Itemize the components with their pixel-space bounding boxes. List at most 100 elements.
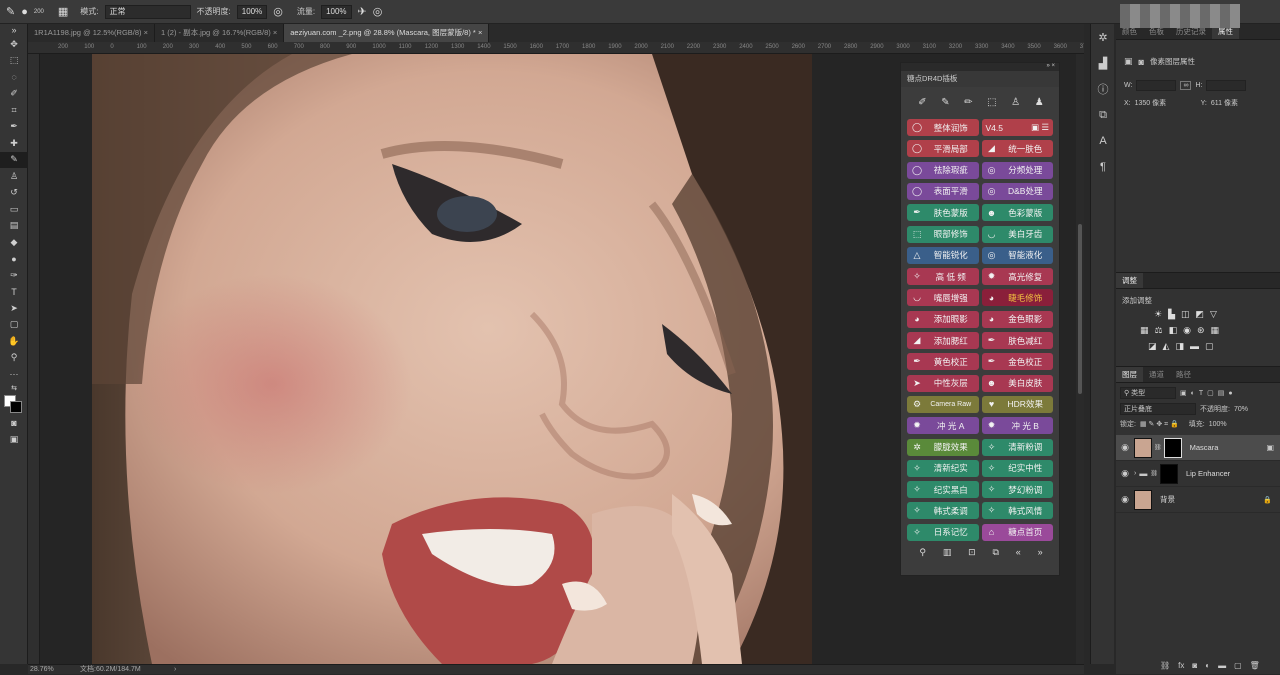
brush-panel-icon[interactable]: ▦ — [58, 5, 68, 18]
threshold-icon[interactable]: ◨ — [1175, 341, 1184, 352]
gradient-tool-icon[interactable]: ▤ — [0, 218, 28, 235]
plugin-button[interactable]: ◎ 智能液化 — [981, 246, 1053, 264]
next-page-icon[interactable]: » — [1038, 547, 1043, 561]
expand-icon[interactable]: › — [1134, 470, 1136, 477]
marquee-tool-icon[interactable]: ⬚ — [0, 53, 28, 70]
lookup-icon[interactable]: ▦ — [1211, 325, 1220, 336]
link-layers-icon[interactable]: ⛓ — [1160, 661, 1170, 670]
plugin-button[interactable]: ◯ 平滑局部 — [907, 140, 979, 158]
plugin-button[interactable]: ◢ 统一肤色 — [981, 140, 1053, 158]
hand-tool-icon[interactable]: ✋ — [0, 333, 28, 350]
plugin-stamp2-icon[interactable]: ♟ — [1035, 97, 1044, 111]
filter-pixel-icon[interactable]: ▣ — [1180, 389, 1187, 397]
plugin-pen-icon[interactable]: ✏ — [964, 97, 972, 111]
w-field[interactable] — [1136, 80, 1177, 91]
brightness-icon[interactable]: ☀ — [1154, 309, 1162, 320]
plugin-button[interactable]: ✧ 纪实黑白 — [907, 481, 979, 499]
plugin-button[interactable]: ⚙ Camera Raw — [907, 395, 979, 413]
filter-smart-icon[interactable]: ▤ — [1218, 389, 1225, 397]
healing-tool-icon[interactable]: ✚ — [0, 135, 28, 152]
clone-source-icon[interactable]: ⧉ — [1091, 102, 1115, 128]
path-select-tool-icon[interactable]: ➤ — [0, 300, 28, 317]
eye-icon[interactable]: ◉ — [1116, 468, 1134, 479]
brush-preset-icon[interactable]: ● — [21, 6, 28, 18]
move-tool-icon[interactable]: ✥ — [0, 36, 28, 53]
plugin-button[interactable]: ⌂ 糖点首页 — [981, 523, 1053, 541]
dodge-tool-icon[interactable]: ● — [0, 251, 28, 268]
swap-colors-icon[interactable]: ⇆ — [0, 383, 28, 393]
character-icon[interactable]: A — [1091, 128, 1115, 154]
link-icon[interactable]: ∞ — [1180, 81, 1192, 90]
plugin-button[interactable]: ♥ HDR效果 — [981, 395, 1053, 413]
shape-tool-icon[interactable]: ▢ — [0, 317, 28, 334]
mask-icon[interactable]: ◙ — [1139, 57, 1144, 67]
plugin-brush-icon[interactable]: ✐ — [918, 97, 926, 111]
mode-select[interactable]: 正常 — [104, 4, 191, 19]
tab-paths[interactable]: 路径 — [1170, 367, 1197, 382]
background-color[interactable] — [10, 400, 22, 413]
navigator-icon[interactable]: ✲ — [1091, 24, 1115, 50]
stamp-tool-icon[interactable]: ♙ — [0, 168, 28, 185]
hue-icon[interactable]: ▦ — [1140, 325, 1149, 336]
paragraph-icon[interactable]: ¶ — [1091, 154, 1115, 180]
histogram-icon[interactable]: ▟ — [1091, 50, 1115, 76]
plugin-button[interactable]: ◕ 睫毛修饰 — [981, 289, 1053, 307]
plugin-button[interactable]: ◯ 祛除瑕疵 — [907, 161, 979, 179]
lasso-tool-icon[interactable]: ◌ — [0, 69, 28, 86]
new-layer-icon[interactable]: ▢ — [1234, 661, 1242, 670]
film-icon[interactable]: ▥ — [943, 547, 952, 561]
plugin-button[interactable]: ✒ 肤色蒙版 — [907, 204, 979, 222]
plugin-button[interactable]: ✧ 高 低 频 — [907, 268, 979, 286]
plugin-button[interactable]: ◎ D&B处理 — [981, 182, 1053, 200]
filter-shape-icon[interactable]: ▢ — [1207, 389, 1214, 397]
plugin-button[interactable]: ◯ 表面平滑 — [907, 182, 979, 200]
plugin-stamp-icon[interactable]: ♙ — [1011, 97, 1020, 111]
eye-icon[interactable]: ◉ — [1116, 494, 1134, 505]
invert-icon[interactable]: ◪ — [1148, 341, 1157, 352]
quick-select-tool-icon[interactable]: ✐ — [0, 86, 28, 103]
lock-icons[interactable]: ▦ ✎ ✥ ⌗ 🔒 — [1140, 420, 1179, 429]
tab-channels[interactable]: 通道 — [1143, 367, 1170, 382]
fit-screen-icon[interactable]: ⊡ — [968, 547, 976, 561]
panel-drag-bar[interactable]: » × — [901, 63, 1059, 71]
layer-filter-select[interactable]: ⚲ 类型 — [1120, 387, 1176, 399]
plugin-button[interactable]: ◢ 添加腮红 — [907, 332, 979, 349]
plugin-button[interactable]: ✲ 朦胧效果 — [907, 438, 979, 456]
vertical-scrollbar[interactable] — [1076, 54, 1084, 664]
exposure-icon[interactable]: ◩ — [1196, 309, 1205, 320]
h-field[interactable] — [1206, 80, 1247, 91]
close-icon[interactable]: × — [273, 28, 277, 37]
gradient-map-icon[interactable]: ▬ — [1190, 341, 1199, 352]
airbrush-icon[interactable]: ✈ — [358, 5, 367, 18]
blur-tool-icon[interactable]: ◆ — [0, 234, 28, 251]
history-brush-icon[interactable]: ↺ — [0, 185, 28, 202]
plugin-button[interactable]: △ 智能锐化 — [907, 246, 979, 264]
fill-field[interactable]: 100% — [1209, 421, 1227, 428]
plugin-button[interactable]: ✹ 冲 光 A — [907, 417, 979, 435]
eraser-tool-icon[interactable]: ▭ — [0, 201, 28, 218]
mask-thumbnail[interactable] — [1163, 437, 1182, 458]
chain-icon[interactable]: ⛓ — [1154, 444, 1162, 451]
plugin-button[interactable]: ✧ 日系记忆 — [907, 523, 979, 541]
plugin-button[interactable]: ◕ 添加眼影 — [907, 310, 979, 328]
copy-icon[interactable]: ⧉ — [993, 547, 999, 561]
mixer-icon[interactable]: ⊛ — [1197, 325, 1205, 336]
plugin-button[interactable]: ⬚ 眼部修饰 — [907, 225, 979, 243]
add-mask-icon[interactable]: ◙ — [1192, 661, 1197, 670]
blend-mode-select[interactable]: 正片叠底 — [1120, 403, 1196, 415]
screen-mode-icon[interactable]: ▣ — [0, 431, 28, 448]
posterize-icon[interactable]: ◭ — [1163, 341, 1170, 352]
plugin-button[interactable]: ◎ 分频处理 — [981, 161, 1053, 179]
adjustment-layer-icon[interactable]: ◐ — [1205, 661, 1210, 670]
fx-icon[interactable]: fx — [1178, 661, 1184, 670]
prev-page-icon[interactable]: « — [1016, 547, 1021, 561]
plugin-button[interactable]: ◯ 整体润饰 — [907, 119, 979, 136]
balance-icon[interactable]: ⚖ — [1155, 325, 1163, 336]
vibrance-icon[interactable]: ▽ — [1210, 309, 1217, 320]
layer-row-lip-enhancer[interactable]: ◉ › ▬ ⛓ Lip Enhancer — [1116, 461, 1280, 487]
plugin-button[interactable]: ✒ 金色校正 — [981, 353, 1053, 371]
tab-adjustments[interactable]: 调整 — [1116, 273, 1143, 288]
plugin-button[interactable]: ✹ 冲 光 B — [981, 417, 1053, 435]
document-tab-active[interactable]: aeziyuan.com _2.png @ 28.8% (Mascara, 图层… — [284, 24, 490, 42]
opacity-field[interactable]: 70% — [1234, 406, 1248, 413]
